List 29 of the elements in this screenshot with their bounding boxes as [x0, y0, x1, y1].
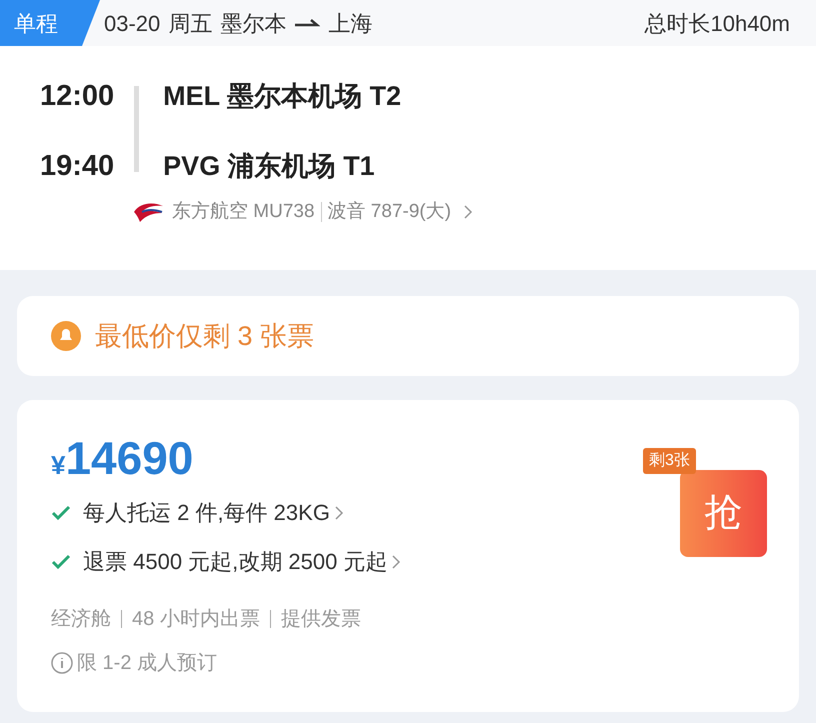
- perk-text: 每人托运 2 件,每件 23KG: [83, 499, 330, 527]
- chevron-right-icon: [391, 554, 402, 570]
- fare-tag: 提供发票: [280, 604, 361, 634]
- airport-name: PVG 浦东机场 T1: [163, 150, 376, 183]
- currency-symbol: ¥: [51, 449, 66, 482]
- info-icon: [51, 652, 73, 674]
- chevron-right-icon: [334, 504, 344, 520]
- bell-icon: [51, 321, 81, 351]
- chevron-right-icon: [463, 204, 474, 220]
- aircraft-type: 波音 787-9(大): [328, 200, 452, 224]
- check-icon: [51, 554, 71, 570]
- price: 14690: [65, 431, 194, 486]
- fare-tag: 经济舱: [51, 604, 111, 634]
- flight-date: 03-20: [104, 10, 160, 38]
- booking-limit: 限 1-2 成人预订: [77, 651, 218, 676]
- departure-time: 12:00: [40, 79, 114, 114]
- fare-tag: 48 小时内出票: [132, 604, 260, 634]
- notice-text: 最低价仅剩 3 张票: [95, 320, 314, 353]
- total-duration: 总时长10h40m: [644, 10, 790, 38]
- departure-time: 19:40: [40, 149, 114, 184]
- check-icon: [51, 504, 71, 520]
- destination-city: 上海: [328, 10, 372, 38]
- airport-name: MEL 墨尔本机场 T2: [163, 80, 402, 113]
- origin-city: 墨尔本: [220, 10, 286, 38]
- perk-text: 退票 4500 元起,改期 2500 元起: [83, 548, 388, 576]
- remaining-badge: 剩3张: [643, 448, 696, 474]
- weekday: 周五: [168, 10, 212, 38]
- grab-button[interactable]: 抢: [680, 470, 767, 557]
- airline-flight-number: 东方航空 MU738: [172, 200, 315, 224]
